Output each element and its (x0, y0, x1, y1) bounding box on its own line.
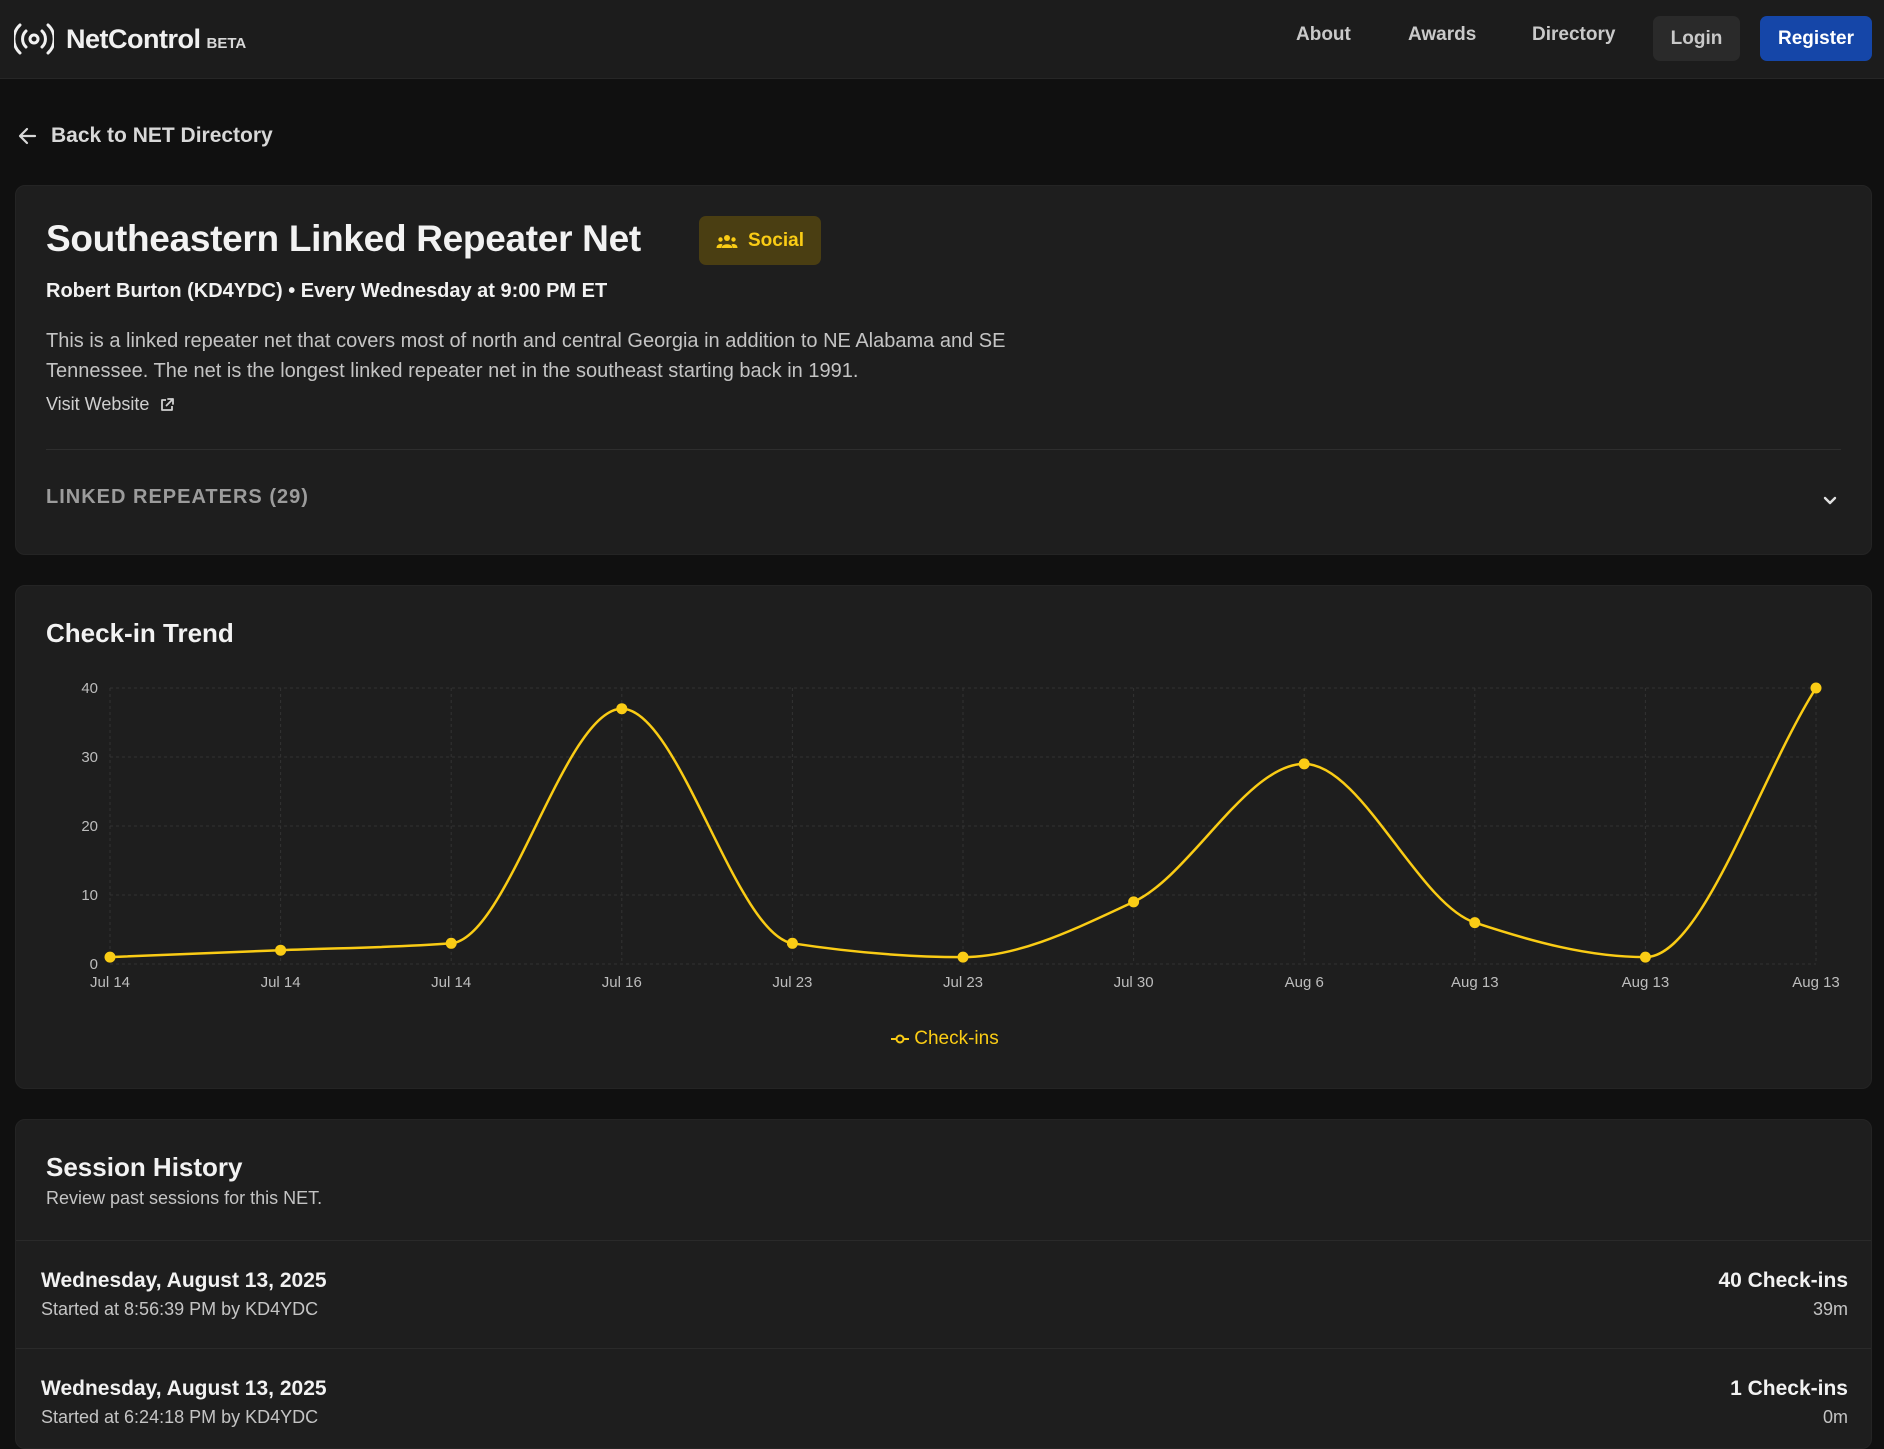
brand-logo[interactable]: NetControl BETA (14, 20, 246, 58)
x-tick-label: Jul 23 (772, 974, 812, 991)
data-point (275, 944, 287, 956)
x-tick-label: Aug 13 (1451, 974, 1499, 991)
linked-repeaters-toggle[interactable]: LINKED REPEATERS (29) (46, 486, 1841, 516)
session-history-title: Session History (46, 1152, 243, 1182)
data-point (1810, 682, 1822, 694)
x-tick-label: Aug 13 (1792, 974, 1840, 991)
broadcast-icon (14, 23, 54, 55)
data-point (616, 703, 628, 715)
y-tick-label: 30 (81, 749, 98, 766)
x-tick-label: Jul 14 (90, 974, 130, 991)
chart-legend: Check-ins (16, 1028, 1873, 1050)
page-title: Southeastern Linked Repeater Net (46, 218, 641, 259)
data-point (1639, 951, 1651, 963)
category-badge: Social (699, 216, 821, 265)
divider (46, 449, 1841, 450)
session-duration: 39m (1812, 1299, 1848, 1319)
category-badge-label: Social (748, 229, 804, 251)
data-point (104, 951, 116, 963)
visit-website-label: Visit Website (46, 394, 150, 414)
top-nav: NetControl BETA About Awards Directory L… (0, 0, 1884, 79)
arrow-left-icon (18, 127, 37, 145)
users-icon (716, 234, 738, 248)
data-point (957, 951, 969, 963)
checkin-trend-chart: 0 10 20 30 40 Jul 14 Jul 14 Jul 14 Jul 16 Jul 23 J… (81, 680, 1840, 991)
visit-website-link[interactable]: Visit Website (46, 394, 175, 415)
y-tick-label: 20 (81, 818, 98, 835)
x-tick-label: Jul 16 (602, 974, 642, 991)
x-tick-label: Jul 14 (261, 974, 301, 991)
session-start: Started at 6:24:18 PM by KD4YDC (41, 1407, 319, 1427)
data-point (1128, 896, 1140, 908)
session-duration: 0m (1822, 1407, 1848, 1427)
data-point (445, 937, 457, 949)
net-info-card: Southeastern Linked Repeater Net Social … (15, 185, 1872, 555)
chevron-down-icon (1823, 496, 1837, 505)
session-row[interactable]: Wednesday, August 13, 2025 Started at 6:… (16, 1348, 1871, 1448)
session-date: Wednesday, August 13, 2025 (41, 1377, 327, 1400)
net-host-schedule: Robert Burton (KD4YDC) • Every Wednesday… (46, 280, 608, 302)
nav-link-directory[interactable]: Directory (1532, 24, 1615, 46)
linked-repeaters-label: LINKED REPEATERS (29) (46, 486, 309, 508)
y-tick-label: 0 (90, 956, 98, 973)
y-tick-label: 10 (81, 887, 98, 904)
nav-link-about[interactable]: About (1296, 24, 1351, 46)
data-point (786, 937, 798, 949)
back-link[interactable]: Back to NET Directory (17, 124, 273, 148)
session-date: Wednesday, August 13, 2025 (41, 1269, 327, 1292)
net-description: This is a linked repeater net that cover… (46, 330, 1006, 382)
legend-line-marker-icon (891, 1034, 910, 1044)
x-tick-label: Jul 30 (1114, 974, 1154, 991)
checkin-trend-card: Check-in Trend 0 10 20 30 40 Jul 14 Jul 14 Jul … (15, 585, 1872, 1089)
x-tick-label: Aug 13 (1622, 974, 1670, 991)
x-tick-label: Jul 23 (943, 974, 983, 991)
y-tick-label: 40 (81, 680, 98, 697)
session-checkins: 40 Check-ins (1718, 1269, 1848, 1292)
login-button[interactable]: Login (1653, 16, 1740, 61)
legend-label: Check-ins (914, 1028, 999, 1049)
data-point (1298, 758, 1310, 770)
session-row[interactable]: Wednesday, August 13, 2025 Started at 8:… (16, 1240, 1871, 1348)
external-link-icon (161, 397, 175, 411)
data-point (1469, 917, 1481, 929)
beta-tag: BETA (206, 35, 247, 52)
x-tick-label: Aug 6 (1285, 974, 1324, 991)
register-button[interactable]: Register (1760, 16, 1872, 61)
x-tick-label: Jul 14 (431, 974, 471, 991)
brand-name: NetControl (66, 23, 201, 54)
session-history-card: Session History Review past sessions for… (15, 1119, 1872, 1449)
session-checkins: 1 Check-ins (1730, 1377, 1848, 1400)
session-start: Started at 8:56:39 PM by KD4YDC (41, 1299, 319, 1319)
session-history-subtitle: Review past sessions for this NET. (46, 1188, 323, 1208)
back-link-label: Back to NET Directory (51, 124, 273, 147)
nav-link-awards[interactable]: Awards (1408, 24, 1476, 46)
